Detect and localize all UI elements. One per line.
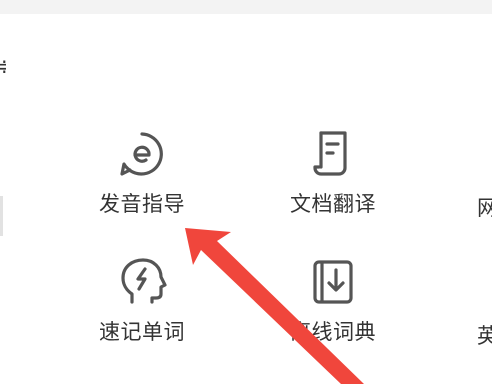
tool-offline-dictionary[interactable]: 离线词典 — [263, 256, 403, 346]
tool-label: 速记单词 — [99, 320, 185, 344]
pronunciation-icon — [120, 132, 163, 176]
tool-label: 文档翻译 — [290, 192, 376, 216]
memory-head-icon — [121, 258, 167, 304]
tool-pronunciation[interactable]: 发音指导 — [72, 128, 212, 218]
document-icon — [313, 131, 347, 176]
tool-web-label-partial[interactable]: 网 — [477, 194, 492, 222]
tool-label: 离线词典 — [290, 320, 376, 344]
tool-english-label-partial[interactable]: 英 — [477, 322, 492, 350]
download-icon — [313, 260, 353, 304]
tool-document-translation[interactable]: 文档翻译 — [263, 128, 403, 218]
tool-label: 发音指导 — [99, 192, 185, 216]
tools-grid: 发音指导 文档翻译 速记单词 离线词典 网 英 — [0, 0, 492, 384]
tool-quick-memorize[interactable]: 速记单词 — [72, 256, 212, 346]
